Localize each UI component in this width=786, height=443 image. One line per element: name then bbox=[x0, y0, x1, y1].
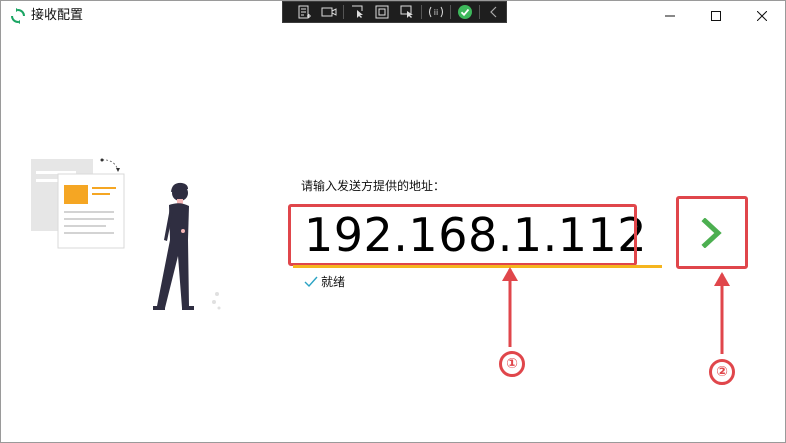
svg-text:ii: ii bbox=[433, 8, 437, 17]
debug-toolbar: ii bbox=[282, 1, 507, 23]
display-layout-button[interactable] bbox=[370, 2, 394, 22]
visual-tree-button[interactable] bbox=[293, 2, 317, 22]
window-title: 接收配置 bbox=[31, 8, 84, 23]
layout-box-icon bbox=[375, 5, 389, 19]
status-text: 就绪 bbox=[321, 275, 346, 289]
address-prompt-label: 请输入发送方提供的地址： bbox=[301, 179, 446, 193]
close-button[interactable] bbox=[739, 1, 785, 31]
toolbar-separator bbox=[420, 5, 422, 19]
record-button[interactable] bbox=[317, 2, 341, 22]
annotation-arrow-2-icon bbox=[714, 272, 730, 354]
cursor-select-icon bbox=[352, 5, 364, 18]
minimize-icon bbox=[665, 15, 675, 17]
check-circle-icon bbox=[457, 5, 472, 19]
chevron-right-icon bbox=[701, 217, 722, 248]
annotation-highlight-address bbox=[288, 204, 637, 266]
sync-icon bbox=[11, 8, 25, 24]
maximize-button[interactable] bbox=[693, 1, 739, 31]
toolbar-separator bbox=[478, 5, 480, 19]
input-underline bbox=[293, 265, 662, 268]
select-element-button[interactable] bbox=[346, 2, 370, 22]
status-indicator: 就绪 bbox=[304, 273, 345, 290]
title-bar: 接收配置 ii bbox=[1, 1, 785, 31]
hot-reload-icon: ii bbox=[428, 6, 443, 18]
status-ok-button[interactable] bbox=[453, 2, 477, 22]
annotation-badge-2: ② bbox=[709, 359, 735, 385]
app-window: 接收配置 ii 请输入发送方提供的地址： 192.168.1.112 就绪 ① … bbox=[0, 0, 786, 443]
annotation-badge-1: ① bbox=[499, 351, 525, 377]
minimize-button[interactable] bbox=[647, 1, 693, 31]
maximize-icon bbox=[711, 11, 721, 21]
checkmark-icon bbox=[304, 276, 318, 287]
annotation-arrow-1-icon bbox=[502, 267, 518, 347]
track-focus-button[interactable] bbox=[395, 2, 419, 22]
close-icon bbox=[757, 11, 767, 21]
visual-tree-icon bbox=[298, 5, 312, 19]
documents-person-illustration bbox=[31, 158, 221, 310]
camera-icon bbox=[321, 7, 337, 17]
connect-button[interactable] bbox=[676, 196, 748, 269]
toolbar-separator bbox=[343, 5, 345, 19]
chevron-left-icon bbox=[490, 6, 497, 18]
toolbar-separator bbox=[449, 5, 451, 19]
collapse-toolbar-button[interactable] bbox=[482, 2, 506, 22]
hot-reload-button[interactable]: ii bbox=[424, 2, 448, 22]
focus-cursor-icon bbox=[400, 5, 413, 18]
